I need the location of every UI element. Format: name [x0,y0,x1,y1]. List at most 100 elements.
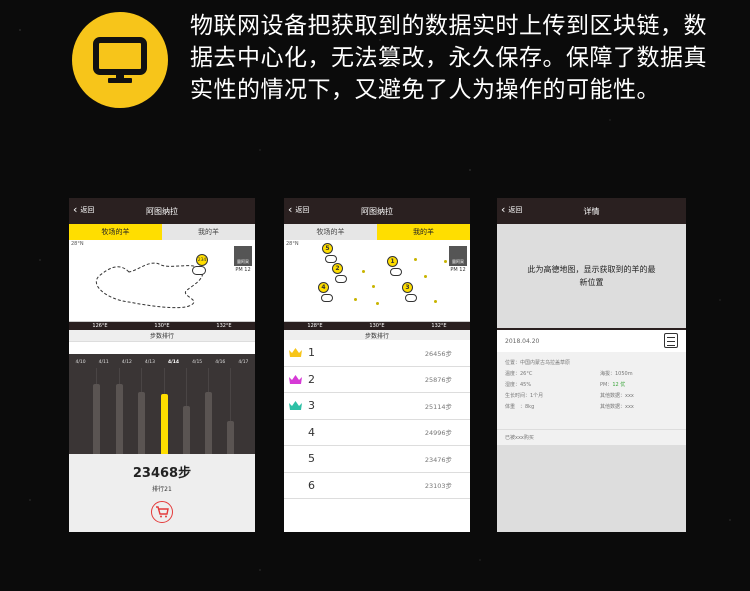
rank-steps: 26456步 [424,349,452,358]
date-label[interactable]: 4/13 [145,360,155,365]
tab-my-sheep[interactable]: 我的羊 [162,224,255,240]
coord-label: 28°N [286,241,299,247]
info-row: 温度：26°C 海拔：1050m [505,371,633,377]
rank-steps: 23476步 [424,455,452,464]
record-date: 2018.04.20 [505,338,540,345]
page-title: 阿图纳拉 [146,206,178,216]
map-scale: 126°E 130°E 132°E [69,322,255,330]
rank-steps: 25114步 [424,402,452,411]
date-label[interactable]: 4/12 [122,360,132,365]
rank-list: 1 26456步 2 25876步 3 25114步 4 24996步 5 23476步 6 2310… [284,340,470,499]
back-button[interactable]: ‹ 返回 [73,203,94,216]
sheep-dot [362,270,365,273]
info-row: 生长时间：1个月 其他数据：xxx [505,393,634,399]
rank-row[interactable]: 5 23476步 [284,446,470,473]
sheep-marker[interactable]: 1 [387,256,398,267]
rank-row[interactable]: 1 26456步 [284,340,470,367]
phone-detail: ‹ 返回 详情 此为高德地图，显示获取到的羊的最新位置 2018.04.20 位置… [497,198,686,532]
sheep-icon [192,266,206,275]
step-bar[interactable] [116,384,123,454]
rank-number: 3 [308,399,315,413]
step-count: 23468步 [132,466,192,481]
rank-row[interactable]: 4 24996步 [284,419,470,446]
top-bar: ‹ 返回 详情 [497,198,686,224]
page-title: 阿图纳拉 [361,206,393,216]
rank-header: 步数排行 [69,330,255,342]
step-bar[interactable] [205,392,212,454]
date-label[interactable]: 4/10 [76,360,86,365]
top-bar: ‹ 返回 阿图纳拉 [69,198,255,224]
sheep-marker[interactable]: 5 [322,243,333,254]
rank-row[interactable]: 3 25114步 [284,393,470,420]
info-row: 体重 ：8kg 其他数据：xxx [505,404,634,410]
date-label[interactable]: 4/14 [168,360,179,365]
notes-icon[interactable] [664,333,678,348]
sheep-dot [424,275,427,278]
page-title: 详情 [583,206,600,216]
date-label[interactable]: 4/11 [99,360,109,365]
purchase-status: 已被xxx购买 [497,429,686,445]
cart-button[interactable] [151,501,173,523]
sheep-marker[interactable]: 4 [318,282,329,293]
info-row: 湿度：45% PM：12 优 [505,382,626,388]
air-quality-stat: 量阿采 PM 12 [233,246,253,273]
air-quality-stat: 量阿采 PM 12 [448,246,468,273]
map-scale: 128°E 130°E 132°E [284,322,470,330]
sheep-dot [376,302,379,305]
sheep-marker[interactable]: 234 [196,254,208,266]
step-rank: 排行21 [152,486,172,493]
monitor-icon [72,12,168,108]
tab-my-sheep[interactable]: 我的羊 [377,224,470,240]
tab-ranch-sheep[interactable]: 牧场的羊 [69,224,162,240]
rank-number: 1 [308,346,315,360]
rank-number: 6 [308,478,315,492]
step-bar[interactable] [93,384,100,454]
date-label[interactable]: 4/15 [192,360,202,365]
step-bar[interactable] [161,394,168,454]
info-row: 位置：中国内蒙古乌拉盖草原 [505,360,571,366]
step-chart: 4/10 4/11 4/12 4/13 4/14 4/15 4/16 4/17 [69,354,255,454]
map-view[interactable]: 28°N 5 24 1 3 量阿采 PM 12 [284,240,470,322]
sheep-icon [335,275,347,283]
sheep-marker[interactable]: 3 [402,282,413,293]
step-summary: 23468步 排行21 [69,454,255,532]
chevron-left-icon: ‹ [288,203,293,216]
top-bar: ‹ 返回 阿图纳拉 [284,198,470,224]
cart-icon [156,506,169,518]
tab-bar: 牧场的羊 我的羊 [284,224,470,240]
rank-row[interactable]: 2 25876步 [284,366,470,393]
sheep-icon [321,294,333,302]
step-bar[interactable] [227,421,234,454]
crown-icon [286,374,304,384]
map-view[interactable]: 28°N 234 量阿采 PM 12 [69,240,255,322]
sheep-dot [354,298,357,301]
chevron-left-icon: ‹ [501,203,506,216]
step-bar[interactable] [183,406,190,454]
step-bar[interactable] [138,392,145,454]
sheep-dot [414,258,417,261]
sheep-dot [372,285,375,288]
rank-number: 5 [308,452,315,466]
phone-ranch-sheep: ‹ 返回 阿图纳拉 牧场的羊 我的羊 28°N 52413 量阿采 PM 12 1… [284,198,470,532]
rank-row[interactable]: 6 23103步 [284,472,470,499]
sheep-info: 位置：中国内蒙古乌拉盖草原温度：26°C 海拔：1050m 湿度：45% PM：12 … [497,352,686,429]
rank-steps: 25876步 [424,376,452,385]
date-label[interactable]: 4/16 [215,360,225,365]
rank-number: 2 [308,372,315,386]
rank-steps: 24996步 [424,429,452,438]
sheep-icon [325,255,337,263]
tab-bar: 牧场的羊 我的羊 [69,224,255,240]
sheep-icon [390,268,402,276]
phone-my-sheep: ‹ 返回 阿图纳拉 牧场的羊 我的羊 28°N 234 量阿采 PM 12 126… [69,198,255,532]
hero-description: 物联网设备把获取到的数据实时上传到区块链，数据去中心化，无法篡改，永久保存。保障… [190,13,707,103]
map-placeholder: 此为高德地图，显示获取到的羊的最新位置 [497,224,686,328]
sheep-dot [444,260,447,263]
crown-icon [286,401,304,411]
back-button[interactable]: ‹ 返回 [501,203,522,216]
chevron-left-icon: ‹ [73,203,78,216]
back-button[interactable]: ‹ 返回 [288,203,309,216]
rank-number: 4 [308,425,315,439]
sheep-marker[interactable]: 2 [332,263,343,274]
tab-ranch-sheep[interactable]: 牧场的羊 [284,224,377,240]
date-label[interactable]: 4/17 [238,360,248,365]
